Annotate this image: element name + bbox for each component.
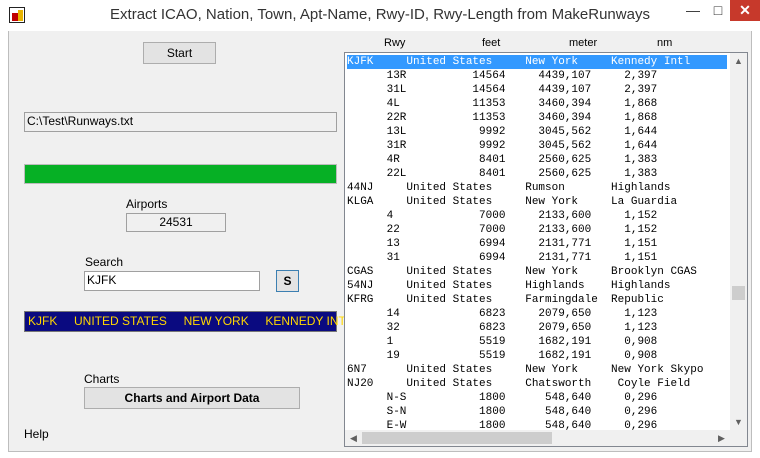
col-header-rwy: Rwy: [384, 37, 406, 49]
charts-button[interactable]: Charts and Airport Data: [84, 387, 300, 409]
col-header-meter: meter: [569, 37, 598, 49]
list-item[interactable]: 4L 11353 3460,394 1,868: [347, 97, 727, 111]
start-button[interactable]: Start: [143, 42, 216, 64]
file-path-field[interactable]: C:\Test\Runways.txt: [24, 112, 337, 132]
help-link[interactable]: Help: [24, 427, 49, 441]
search-result-bar: KJFK UNITED STATES NEW YORK KENNEDY INTL: [24, 311, 353, 332]
list-item[interactable]: 14 6823 2079,650 1,123: [347, 307, 727, 321]
horizontal-scrollbar[interactable]: ◀ ▶: [345, 430, 747, 446]
maximize-icon[interactable]: □: [706, 0, 730, 21]
list-item[interactable]: 6N7 United States New York New York Skyp…: [347, 363, 727, 377]
list-item[interactable]: 1 5519 1682,191 0,908: [347, 335, 727, 349]
list-item[interactable]: 31R 9992 3045,562 1,644: [347, 139, 727, 153]
list-item[interactable]: KJFK United States New York Kennedy Intl: [347, 55, 727, 69]
list-item[interactable]: 19 5519 1682,191 0,908: [347, 349, 727, 363]
list-item[interactable]: 4 7000 2133,600 1,152: [347, 209, 727, 223]
list-item[interactable]: 13L 9992 3045,562 1,644: [347, 125, 727, 139]
list-item[interactable]: KFRG United States Farmingdale Republic: [347, 293, 727, 307]
search-input[interactable]: KJFK: [84, 271, 260, 291]
list-item[interactable]: 32 6823 2079,650 1,123: [347, 321, 727, 335]
list-item[interactable]: 31L 14564 4439,107 2,397: [347, 83, 727, 97]
list-item[interactable]: CGAS United States New York Brooklyn CGA…: [347, 265, 727, 279]
scroll-left-arrow-icon[interactable]: ◀: [345, 430, 362, 446]
close-icon[interactable]: ✕: [730, 0, 760, 21]
scroll-up-arrow-icon[interactable]: ▲: [730, 53, 747, 69]
minimize-icon[interactable]: —: [680, 0, 706, 21]
list-item[interactable]: 22 7000 2133,600 1,152: [347, 223, 727, 237]
progress-bar: [24, 164, 337, 184]
list-item[interactable]: 22R 11353 3460,394 1,868: [347, 111, 727, 125]
main-panel: Start C:\Test\Runways.txt Airports 24531…: [8, 31, 752, 452]
col-header-nm: nm: [657, 37, 673, 49]
vertical-scrollbar[interactable]: ▲ ▼: [730, 53, 747, 430]
runway-listbox[interactable]: KJFK United States New York Kennedy Intl…: [344, 52, 748, 447]
list-item[interactable]: 44NJ United States Rumson Highlands: [347, 181, 727, 195]
list-item[interactable]: S-N 1800 548,640 0,296: [347, 405, 727, 419]
horizontal-scroll-thumb[interactable]: [362, 432, 552, 444]
list-item[interactable]: 13 6994 2131,771 1,151: [347, 237, 727, 251]
list-item[interactable]: 4R 8401 2560,625 1,383: [347, 153, 727, 167]
list-item[interactable]: 54NJ United States Highlands Highlands: [347, 279, 727, 293]
scroll-right-arrow-icon[interactable]: ▶: [713, 430, 730, 446]
airports-count-field: 24531: [126, 213, 226, 232]
progress-fill: [25, 165, 336, 183]
search-label: Search: [85, 255, 124, 269]
scroll-corner: [730, 430, 747, 446]
title-bar: Extract ICAO, Nation, Town, Apt-Name, Rw…: [0, 0, 760, 30]
charts-label: Charts: [84, 372, 120, 386]
list-item[interactable]: 22L 8401 2560,625 1,383: [347, 167, 727, 181]
window-title: Extract ICAO, Nation, Town, Apt-Name, Rw…: [110, 6, 650, 23]
scroll-down-arrow-icon[interactable]: ▼: [730, 414, 747, 430]
search-button[interactable]: S: [276, 270, 299, 292]
list-item[interactable]: KLGA United States New York La Guardia: [347, 195, 727, 209]
airports-label: Airports: [126, 197, 168, 211]
list-item[interactable]: N-S 1800 548,640 0,296: [347, 391, 727, 405]
vertical-scroll-thumb[interactable]: [732, 286, 745, 300]
list-item[interactable]: NJ20 United States Chatsworth Coyle Fiel…: [347, 377, 727, 391]
list-item[interactable]: 13R 14564 4439,107 2,397: [347, 69, 727, 83]
list-item[interactable]: 31 6994 2131,771 1,151: [347, 251, 727, 265]
col-header-feet: feet: [482, 37, 501, 49]
